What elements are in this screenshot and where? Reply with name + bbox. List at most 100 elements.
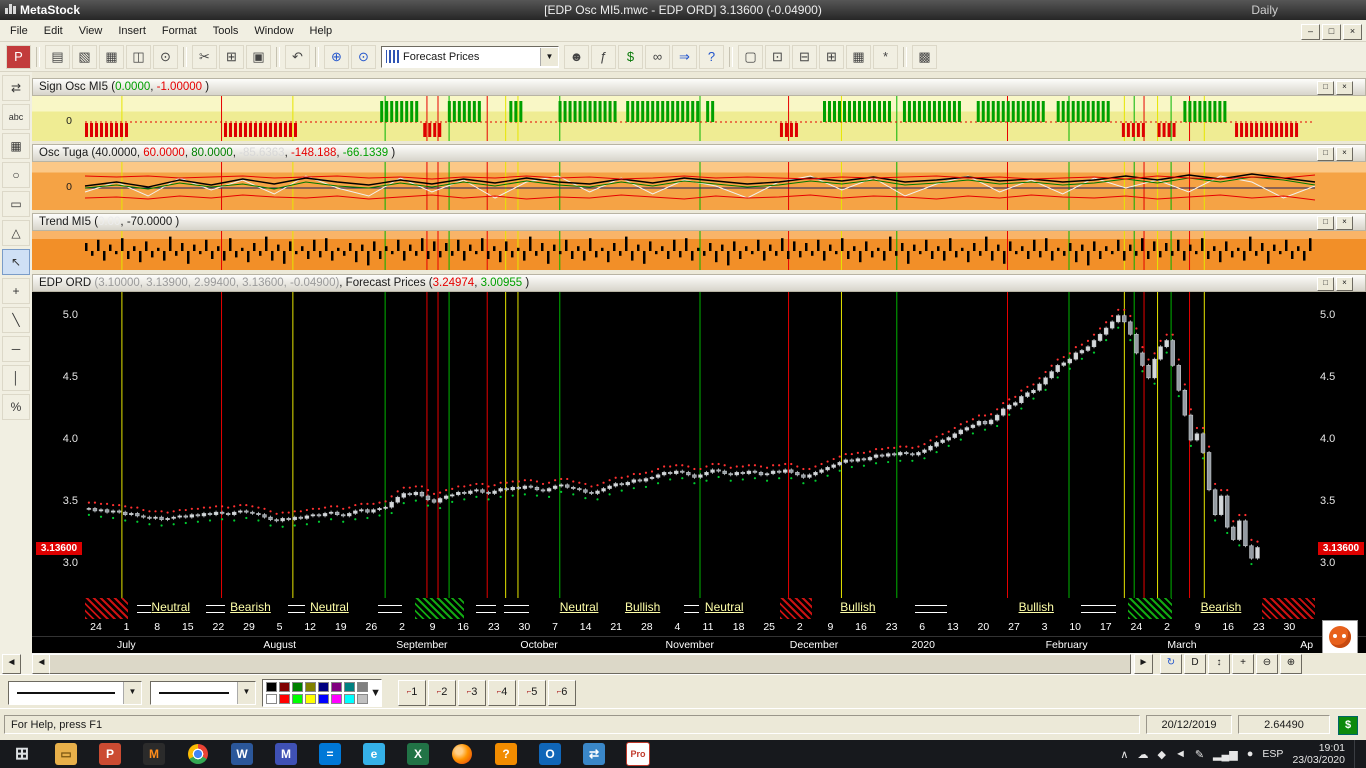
minimize-button[interactable]: –: [1301, 24, 1320, 40]
menu-edit[interactable]: Edit: [36, 22, 71, 40]
restore-icon[interactable]: □: [1317, 277, 1334, 291]
tile-vertical-icon[interactable]: ⊞: [819, 45, 844, 69]
color-swatch[interactable]: [344, 694, 355, 704]
taskbar-screenshare-icon[interactable]: ⇄: [572, 740, 616, 768]
tile-horizontal-icon[interactable]: ⊟: [792, 45, 817, 69]
expert-advisor-icon[interactable]: ☻: [564, 45, 589, 69]
color-swatch[interactable]: [331, 694, 342, 704]
panel-header-sign-osc[interactable]: Sign Osc MI5 (0.0000, -1.00000 )□×: [32, 78, 1366, 96]
panel-sign-osc[interactable]: 0: [32, 96, 1366, 141]
zoom-in-icon[interactable]: ⊕: [1280, 654, 1302, 674]
defender-icon[interactable]: ◆: [1157, 748, 1165, 761]
close-icon[interactable]: ×: [1336, 147, 1353, 161]
scroll-right-button[interactable]: ►: [1134, 654, 1153, 674]
panner-icon[interactable]: ⇄: [2, 75, 30, 101]
tray-expand-icon[interactable]: ∧: [1120, 748, 1128, 761]
panel-header-price[interactable]: EDP ORD (3.10000, 3.13900, 2.99400, 3.13…: [32, 274, 1366, 292]
panel-trend[interactable]: [32, 231, 1366, 270]
restore-icon[interactable]: □: [1317, 147, 1334, 161]
menu-format[interactable]: Format: [154, 22, 205, 40]
pan-chart-icon[interactable]: +: [1232, 654, 1254, 674]
period-button-5[interactable]: ⌐5: [518, 680, 546, 706]
explorer-icon[interactable]: ∞: [645, 45, 670, 69]
close-icon[interactable]: ×: [1336, 81, 1353, 95]
vertical-line-icon[interactable]: │: [2, 365, 30, 391]
menu-window[interactable]: Window: [246, 22, 301, 40]
undo-icon[interactable]: ↶: [285, 45, 310, 69]
menu-view[interactable]: View: [71, 22, 111, 40]
new-chart-icon[interactable]: ▤: [45, 45, 70, 69]
color-swatch[interactable]: [318, 682, 329, 692]
color-swatch[interactable]: [357, 682, 368, 692]
save-icon[interactable]: ▦: [99, 45, 124, 69]
color-swatch[interactable]: [292, 682, 303, 692]
update-icon[interactable]: ●: [1247, 748, 1254, 761]
layouts-icon[interactable]: *: [873, 45, 898, 69]
indicator-quicklist-combo[interactable]: Forecast Prices▼: [381, 46, 559, 68]
grid-icon[interactable]: ▦: [2, 133, 30, 159]
signal-icon[interactable]: ▂▄▆: [1213, 748, 1238, 761]
pointer-icon[interactable]: ↖: [2, 249, 30, 275]
period-button-3[interactable]: ⌐3: [458, 680, 486, 706]
taskbar-pro-icon[interactable]: Pro: [616, 740, 660, 768]
menu-tools[interactable]: Tools: [205, 22, 247, 40]
refresh-icon[interactable]: ↻: [1160, 654, 1182, 674]
period-button-1[interactable]: ⌐1: [398, 680, 426, 706]
start-button[interactable]: ⊞: [0, 740, 44, 768]
color-swatch[interactable]: [292, 694, 303, 704]
panel-osc-tuga[interactable]: 0: [32, 162, 1366, 210]
period-button-4[interactable]: ⌐4: [488, 680, 516, 706]
triangle-icon[interactable]: △: [2, 220, 30, 246]
crosshair-tool-icon[interactable]: +: [2, 278, 30, 304]
show-desktop-button[interactable]: [1354, 740, 1360, 768]
restore-icon[interactable]: □: [1317, 81, 1334, 95]
expand-vertical-icon[interactable]: ↕: [1208, 654, 1230, 674]
taskbar-word-icon[interactable]: W: [220, 740, 264, 768]
onedrive-icon[interactable]: ☁: [1137, 748, 1148, 761]
chevron-down-icon[interactable]: ▼: [123, 682, 141, 704]
downloader-icon[interactable]: ⇒: [672, 45, 697, 69]
power-console-icon[interactable]: P: [6, 45, 31, 69]
print-preview-icon[interactable]: ⊙: [153, 45, 178, 69]
trendline-icon[interactable]: ╲: [2, 307, 30, 333]
paste-icon[interactable]: ▣: [246, 45, 271, 69]
period-button-6[interactable]: ⌐6: [548, 680, 576, 706]
status-circle-icon[interactable]: [1322, 620, 1358, 654]
color-swatch[interactable]: [357, 694, 368, 704]
taskbar-outlook-icon[interactable]: O: [528, 740, 572, 768]
horizontal-line-icon[interactable]: ─: [2, 336, 30, 362]
taskbar-excel-icon[interactable]: X: [396, 740, 440, 768]
taskbar-calculator-icon[interactable]: =: [308, 740, 352, 768]
color-swatch[interactable]: [305, 682, 316, 692]
taskbar-metastock-icon[interactable]: M: [132, 740, 176, 768]
restore-button[interactable]: □: [1322, 24, 1341, 40]
color-swatch[interactable]: [344, 682, 355, 692]
taskbar-blue-app-icon[interactable]: M: [264, 740, 308, 768]
crosshair-icon[interactable]: ⊕: [324, 45, 349, 69]
sidebar-scroll-button[interactable]: ◄: [2, 654, 21, 674]
color-swatch[interactable]: [266, 682, 277, 692]
ellipse-icon[interactable]: ○: [2, 162, 30, 188]
rectangle-icon[interactable]: ▭: [2, 191, 30, 217]
panel-header-trend[interactable]: Trend MI5 (0.00, -70.0000 )□×: [32, 213, 1366, 231]
window-new-icon[interactable]: ▢: [738, 45, 763, 69]
taskbar-chrome-icon[interactable]: [176, 740, 220, 768]
volume-icon[interactable]: ◄: [1175, 748, 1186, 761]
line-style-combo[interactable]: ▼: [8, 681, 142, 705]
open-chart-icon[interactable]: ▧: [72, 45, 97, 69]
taskbar-help-icon[interactable]: ?: [484, 740, 528, 768]
taskbar-powerpoint-icon[interactable]: P: [88, 740, 132, 768]
system-tester-icon[interactable]: $: [618, 45, 643, 69]
chevron-down-icon[interactable]: ▼: [540, 48, 558, 66]
restore-icon[interactable]: □: [1317, 216, 1334, 230]
smart-charts-icon[interactable]: ◫: [126, 45, 151, 69]
color-swatch[interactable]: [318, 694, 329, 704]
period-button-2[interactable]: ⌐2: [428, 680, 456, 706]
panel-header-osc-tuga[interactable]: Osc Tuga (40.0000, 60.0000, 80.0000, -85…: [32, 144, 1366, 162]
close-icon[interactable]: ×: [1336, 277, 1353, 291]
cut-icon[interactable]: ✂: [192, 45, 217, 69]
menu-file[interactable]: File: [2, 22, 36, 40]
taskbar-explorer-icon[interactable]: ▭: [44, 740, 88, 768]
menu-help[interactable]: Help: [302, 22, 341, 40]
chevron-down-icon[interactable]: ▼: [237, 682, 255, 704]
